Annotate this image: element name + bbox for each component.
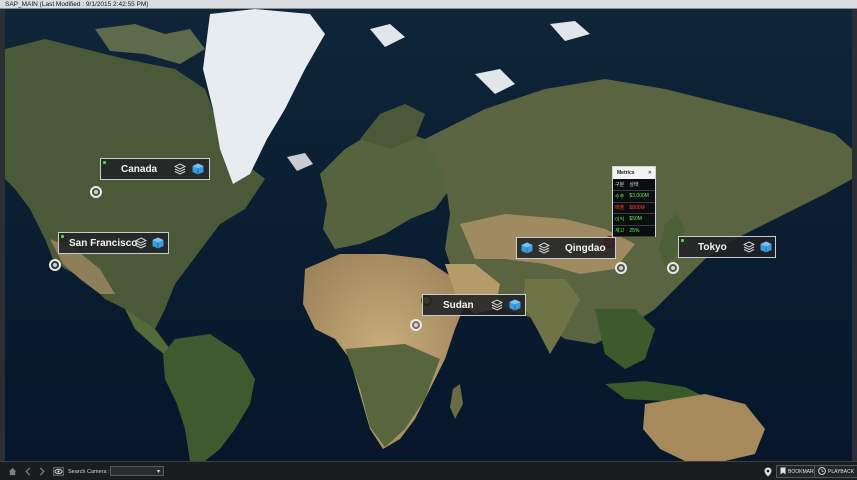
cube-icon[interactable] (509, 299, 521, 314)
metrics-panel: Metrics ✕ 구분 상태 수주 $3,000M 매출 $800M 이익 $… (612, 166, 656, 237)
search-camera-select[interactable]: ▾ (110, 466, 164, 476)
metrics-header: Metrics ✕ (613, 167, 655, 179)
canada-location-marker[interactable] (90, 186, 102, 198)
search-camera-value (111, 467, 114, 473)
location-name: Qingdao (565, 242, 606, 254)
layers-icon[interactable] (135, 237, 147, 252)
table-row: 수주 $3,000M (613, 190, 655, 203)
cube-icon[interactable] (192, 163, 204, 178)
metric-value: $50M (627, 213, 655, 226)
back-arrow-icon[interactable] (24, 462, 32, 480)
playback-icon (818, 466, 826, 477)
layers-icon[interactable] (491, 299, 503, 314)
bookmark-icon (780, 467, 786, 477)
search-camera-label: Search Camera : (68, 468, 110, 475)
location-label-tokyo[interactable]: Tokyo (678, 236, 776, 258)
bottom-toolbar: Search Camera : ▾ BOOKMARK PLAYBACK (0, 461, 857, 480)
metrics-table: 구분 상태 수주 $3,000M 매출 $800M 이익 $50M 재고 25% (613, 179, 655, 237)
location-label-canada[interactable]: Canada (100, 158, 210, 180)
layers-icon[interactable] (174, 163, 186, 178)
eye-icon[interactable] (53, 462, 64, 480)
column-header: 구분 (613, 179, 628, 191)
metric-value: $3,000M (627, 190, 655, 203)
location-pin-icon[interactable] (764, 462, 772, 480)
cube-icon[interactable] (521, 242, 533, 257)
layers-icon[interactable] (743, 241, 755, 256)
metric-label: 재고 (613, 225, 628, 237)
table-row: 매출 $800M (613, 202, 655, 214)
status-dot (61, 235, 64, 238)
layers-icon[interactable] (538, 242, 550, 257)
location-name: San Francisco (69, 237, 138, 249)
metric-value: $800M (627, 202, 655, 214)
location-label-san-francisco[interactable]: San Francisco (58, 232, 169, 254)
table-row: 재고 25% (613, 225, 655, 237)
close-icon[interactable]: ✕ (648, 167, 652, 179)
playback-label: PLAYBACK (828, 468, 855, 475)
status-dot (681, 239, 684, 242)
location-label-qingdao[interactable]: Qingdao (516, 237, 616, 259)
cube-icon[interactable] (152, 237, 164, 252)
location-label-sudan[interactable]: Sudan (422, 294, 526, 316)
table-row: 이익 $50M (613, 213, 655, 226)
cube-icon[interactable] (760, 241, 772, 256)
window-title: SAP_MAIN (Last Modified : 9/1/2015 2:42:… (0, 0, 857, 9)
chevron-down-icon: ▾ (156, 469, 160, 475)
metric-value: 25% (627, 225, 655, 237)
metric-label: 수주 (613, 190, 628, 203)
qingdao-location-marker[interactable] (615, 262, 627, 274)
right-frame (852, 9, 857, 461)
table-header-row: 구분 상태 (613, 179, 655, 191)
app-window: SAP_MAIN (Last Modified : 9/1/2015 2:42:… (0, 0, 857, 480)
playback-button[interactable]: PLAYBACK (814, 465, 857, 478)
column-header: 상태 (627, 179, 655, 191)
metrics-title: Metrics (617, 170, 635, 176)
home-icon[interactable] (8, 462, 17, 480)
sudan-location-marker[interactable] (410, 319, 422, 331)
location-name: Sudan (443, 299, 474, 311)
location-name: Tokyo (698, 241, 727, 253)
tokyo-location-marker[interactable] (667, 262, 679, 274)
san-francisco-location-marker[interactable] (49, 259, 61, 271)
metric-label: 매출 (613, 202, 628, 214)
status-dot (103, 161, 106, 164)
location-name: Canada (121, 163, 158, 175)
bookmark-label: BOOKMARK (788, 468, 817, 475)
metric-label: 이익 (613, 213, 628, 226)
forward-arrow-icon[interactable] (38, 462, 46, 480)
